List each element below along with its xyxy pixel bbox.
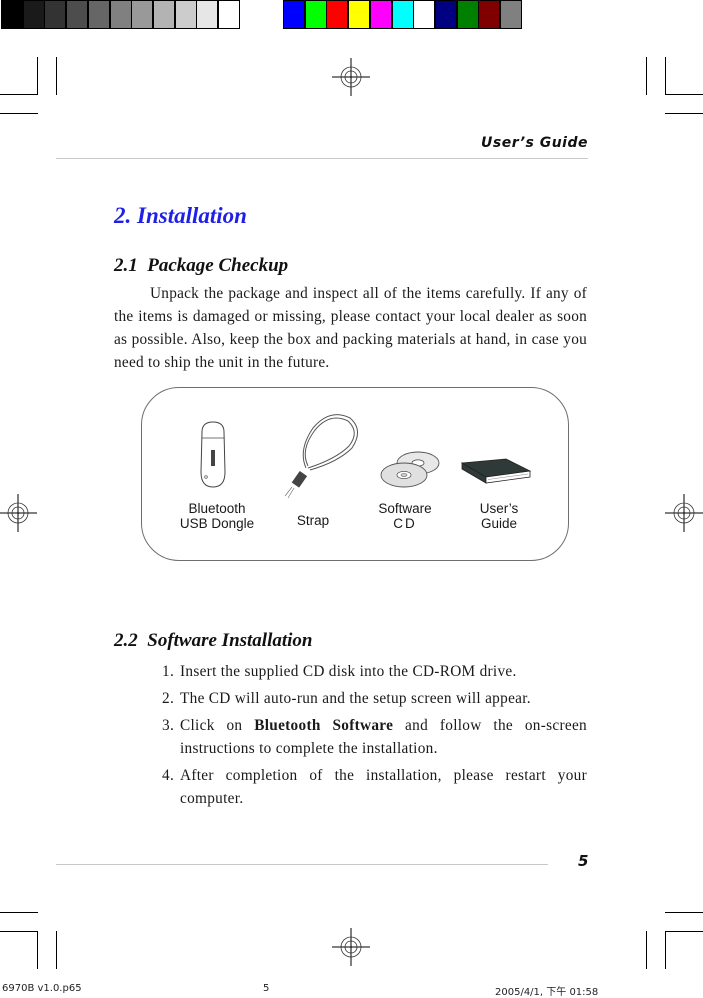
crop-mark [0, 113, 38, 114]
crop-mark [646, 57, 647, 95]
grayscale-swatch [218, 0, 240, 29]
color-swatch [369, 0, 392, 29]
header-rule [56, 158, 588, 159]
step-number: 3. [162, 717, 175, 734]
crop-mark [665, 931, 666, 969]
package-checkup-paragraph: Unpack the package and inspect all of th… [114, 282, 587, 374]
grayscale-swatch [87, 0, 110, 29]
book-icon [460, 458, 532, 484]
crop-mark [665, 931, 703, 932]
item-label-line: USB Dongle [179, 516, 255, 531]
step-item: 2. The CD will auto-run and the setup sc… [162, 687, 587, 710]
crop-mark [646, 931, 647, 969]
item-label-strap: Strap [288, 513, 338, 528]
crop-mark [0, 912, 38, 913]
registration-mark-icon [332, 58, 370, 96]
step-text: Click on [180, 717, 255, 734]
step-number: 1. [162, 663, 175, 680]
step-text: After completion of the installation, pl… [180, 767, 587, 807]
strap-icon [284, 414, 358, 499]
crop-mark [665, 912, 703, 913]
grayscale-swatch [1, 0, 23, 29]
usb-dongle-icon [200, 421, 226, 488]
step-text: The CD will auto-run and the setup scree… [180, 690, 531, 707]
color-swatch [500, 0, 522, 29]
item-label-usb-dongle: Bluetooth USB Dongle [170, 501, 264, 531]
package-checkup-text: Unpack the package and inspect all of th… [114, 285, 587, 371]
item-label-users-guide: User’s Guide [470, 501, 528, 531]
color-swatch [304, 0, 327, 29]
registration-mark-icon [665, 494, 703, 532]
step-text: Insert the supplied CD disk into the CD-… [180, 663, 517, 680]
step-item: 1. Insert the supplied CD disk into the … [162, 660, 587, 683]
installation-steps: 1. Insert the supplied CD disk into the … [162, 660, 587, 810]
sheet-number: 5 [263, 983, 270, 994]
grayscale-swatch [44, 0, 67, 29]
crop-mark [56, 931, 57, 969]
step-number: 4. [162, 767, 175, 784]
crop-mark [0, 94, 38, 95]
page-number: 5 [578, 852, 589, 870]
grayscale-swatch [109, 0, 132, 29]
step-emphasis: Bluetooth Software [254, 717, 394, 734]
crop-mark [37, 57, 38, 95]
grayscale-swatch [22, 0, 45, 29]
crop-mark [665, 113, 703, 114]
software-installation-heading: 2.2 Software Installation [114, 630, 313, 651]
grayscale-swatch [152, 0, 175, 29]
color-swatch [391, 0, 414, 29]
color-swatch [348, 0, 371, 29]
item-label-line: Bluetooth [188, 501, 246, 516]
crop-mark [665, 94, 703, 95]
file-name: 6970B v1.0.p65 [2, 983, 82, 994]
registration-mark-icon [332, 928, 370, 966]
item-label-line: CD [393, 516, 417, 531]
crop-mark [0, 931, 38, 932]
item-label-line: Guide [480, 516, 518, 531]
item-label-software-cd: Software CD [370, 501, 440, 531]
color-swatch [434, 0, 457, 29]
crop-mark [56, 57, 57, 95]
section-title: 2. Installation [114, 203, 247, 228]
step-item: 3. Click on Bluetooth Software and follo… [162, 714, 587, 760]
color-swatch [326, 0, 349, 29]
footer-rule [56, 864, 548, 865]
crop-mark [37, 931, 38, 969]
registration-mark-icon [0, 494, 37, 532]
grayscale-swatch [66, 0, 89, 29]
print-timestamp: 2005/4/1, 下午 01:58 [495, 987, 599, 998]
color-swatch [413, 0, 436, 29]
item-label-line: User’s [479, 501, 519, 516]
color-swatch [456, 0, 479, 29]
color-swatch [283, 0, 305, 29]
item-label-line: Software [378, 501, 432, 516]
step-number: 2. [162, 690, 175, 707]
step-item: 4. After completion of the installation,… [162, 764, 587, 810]
grayscale-swatch [196, 0, 219, 29]
grayscale-swatch [174, 0, 197, 29]
grayscale-swatch [131, 0, 154, 29]
running-head: User’s Guide [481, 135, 588, 151]
package-checkup-heading: 2.1 Package Checkup [114, 255, 289, 276]
color-swatch [478, 0, 501, 29]
item-label-line: Strap [296, 513, 330, 528]
cd-icon [380, 451, 440, 488]
crop-mark [665, 57, 666, 95]
